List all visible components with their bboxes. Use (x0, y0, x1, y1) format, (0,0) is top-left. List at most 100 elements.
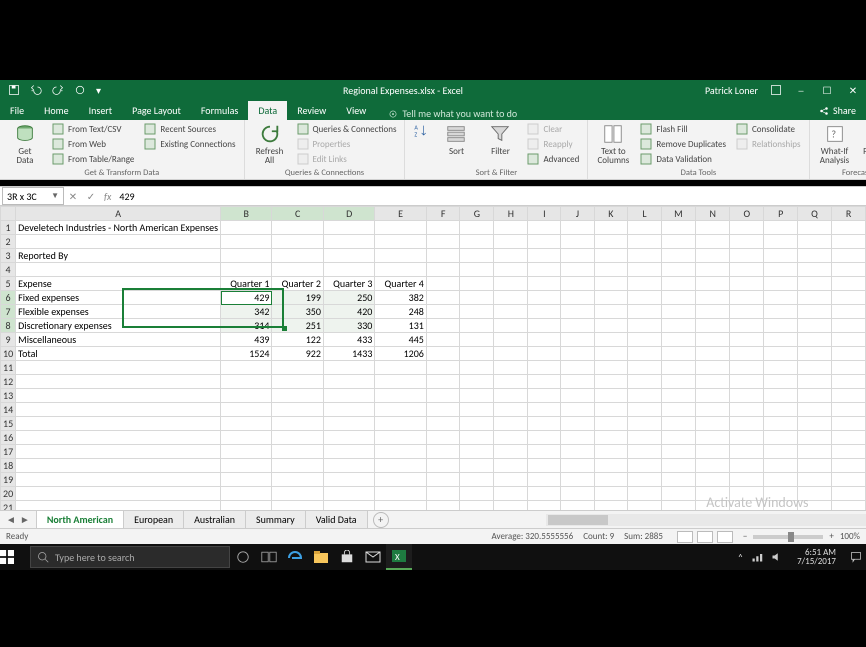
cell-I12[interactable] (528, 375, 561, 389)
cell-H9[interactable] (494, 333, 528, 347)
cell-O17[interactable] (730, 445, 764, 459)
cell-C10[interactable]: 922 (272, 347, 323, 361)
cell-Q14[interactable] (798, 403, 832, 417)
cell-H17[interactable] (494, 445, 528, 459)
cell-D15[interactable] (323, 417, 374, 431)
cell-N2[interactable] (696, 235, 730, 249)
cell-E2[interactable] (375, 235, 426, 249)
col-header-E[interactable]: E (375, 207, 426, 221)
cell-F5[interactable] (426, 277, 460, 291)
cell-O16[interactable] (730, 431, 764, 445)
col-header-O[interactable]: O (730, 207, 764, 221)
cell-F2[interactable] (426, 235, 460, 249)
cell-P11[interactable] (764, 361, 798, 375)
row-header-2[interactable]: 2 (1, 235, 16, 249)
cell-H15[interactable] (494, 417, 528, 431)
cell-G15[interactable] (460, 417, 494, 431)
cell-A8[interactable]: Discretionary expenses (16, 319, 221, 333)
cell-J10[interactable] (561, 347, 594, 361)
cell-M18[interactable] (661, 459, 696, 473)
cell-D18[interactable] (323, 459, 374, 473)
cell-L4[interactable] (628, 263, 661, 277)
remove-duplicates-button[interactable]: Remove Duplicates (638, 137, 728, 151)
cell-G3[interactable] (460, 249, 494, 263)
cell-D4[interactable] (323, 263, 374, 277)
cell-R16[interactable] (832, 431, 866, 445)
redo-icon[interactable] (52, 84, 64, 97)
cell-H14[interactable] (494, 403, 528, 417)
cell-I9[interactable] (528, 333, 561, 347)
cell-B4[interactable] (221, 263, 272, 277)
cell-M20[interactable] (661, 487, 696, 501)
cell-P10[interactable] (764, 347, 798, 361)
cell-H20[interactable] (494, 487, 528, 501)
cell-Q16[interactable] (798, 431, 832, 445)
cell-K15[interactable] (594, 417, 628, 431)
reapply-button[interactable]: Reapply (525, 137, 581, 151)
cell-P19[interactable] (764, 473, 798, 487)
cell-A15[interactable] (16, 417, 221, 431)
cell-I11[interactable] (528, 361, 561, 375)
cell-M8[interactable] (661, 319, 696, 333)
close-button[interactable]: ✕ (846, 84, 860, 97)
consolidate-button[interactable]: Consolidate (734, 122, 803, 136)
cell-I18[interactable] (528, 459, 561, 473)
cell-R7[interactable] (832, 305, 866, 319)
cell-L5[interactable] (628, 277, 661, 291)
zoom-level[interactable]: 100% (840, 531, 860, 542)
cell-Q5[interactable] (798, 277, 832, 291)
cell-Q18[interactable] (798, 459, 832, 473)
cell-K17[interactable] (594, 445, 628, 459)
sheet-tab-valid-data[interactable]: Valid Data (305, 510, 368, 530)
cell-K13[interactable] (594, 389, 628, 403)
cell-G13[interactable] (460, 389, 494, 403)
cell-H7[interactable] (494, 305, 528, 319)
cell-E5[interactable]: Quarter 4 (375, 277, 426, 291)
cell-N17[interactable] (696, 445, 730, 459)
edit-links-button[interactable]: Edit Links (295, 152, 399, 166)
col-header-A[interactable]: A (16, 207, 221, 221)
cell-R10[interactable] (832, 347, 866, 361)
cell-E8[interactable]: 131 (375, 319, 426, 333)
cell-J17[interactable] (561, 445, 594, 459)
cell-Q20[interactable] (798, 487, 832, 501)
cell-F20[interactable] (426, 487, 460, 501)
ribbon-tab-insert[interactable]: Insert (79, 101, 123, 120)
cell-A19[interactable] (16, 473, 221, 487)
cell-H13[interactable] (494, 389, 528, 403)
cell-F18[interactable] (426, 459, 460, 473)
row-header-13[interactable]: 13 (1, 389, 16, 403)
cell-A18[interactable] (16, 459, 221, 473)
cell-Q2[interactable] (798, 235, 832, 249)
cell-R11[interactable] (832, 361, 866, 375)
ribbon-tab-data[interactable]: Data (248, 101, 287, 120)
cell-I10[interactable] (528, 347, 561, 361)
cell-R14[interactable] (832, 403, 866, 417)
cell-G9[interactable] (460, 333, 494, 347)
cell-M5[interactable] (661, 277, 696, 291)
cell-K12[interactable] (594, 375, 628, 389)
cell-M15[interactable] (661, 417, 696, 431)
cell-O6[interactable] (730, 291, 764, 305)
cell-G19[interactable] (460, 473, 494, 487)
cell-N15[interactable] (696, 417, 730, 431)
refresh-all-button[interactable]: Refresh All (251, 122, 289, 166)
action-center-icon[interactable] (850, 551, 862, 563)
cell-R13[interactable] (832, 389, 866, 403)
cell-G17[interactable] (460, 445, 494, 459)
cell-O19[interactable] (730, 473, 764, 487)
cell-N16[interactable] (696, 431, 730, 445)
cell-B8[interactable]: 314 (221, 319, 272, 333)
cell-R20[interactable] (832, 487, 866, 501)
sort-button[interactable]: Sort (437, 122, 475, 156)
col-header-P[interactable]: P (764, 207, 798, 221)
text-to-columns-button[interactable]: Text to Columns (594, 122, 632, 166)
row-header-6[interactable]: 6 (1, 291, 16, 305)
cell-L15[interactable] (628, 417, 661, 431)
cell-I8[interactable] (528, 319, 561, 333)
cell-Q4[interactable] (798, 263, 832, 277)
cell-R21[interactable] (832, 501, 866, 511)
cell-O20[interactable] (730, 487, 764, 501)
cell-G12[interactable] (460, 375, 494, 389)
cell-A11[interactable] (16, 361, 221, 375)
